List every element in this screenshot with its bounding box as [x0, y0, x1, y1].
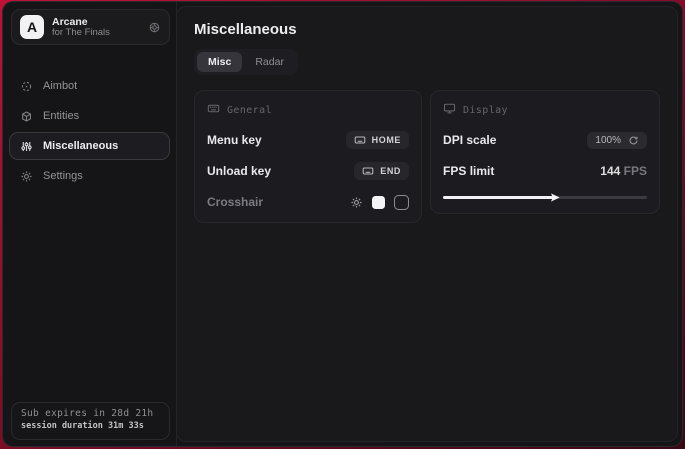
sidebar-item-entities[interactable]: Entities	[9, 102, 170, 130]
sidebar-nav: Aimbot Entities	[9, 70, 170, 192]
sidebar-item-miscellaneous[interactable]: Miscellaneous	[9, 132, 170, 160]
dpi-scale-label: DPI scale	[443, 133, 496, 147]
dpi-scale-value: 100%	[595, 135, 621, 146]
sub-expires-text: Sub expires in 28d 21h	[21, 408, 160, 419]
fps-limit-value: 144 FPS	[600, 164, 647, 178]
general-panel: General Menu key HOME	[194, 90, 422, 223]
unload-key-value: END	[380, 166, 401, 176]
app-subtitle: for The Finals	[52, 28, 140, 39]
gear-icon	[20, 170, 33, 183]
fps-limit-row: FPS limit 144 FPS	[443, 162, 647, 180]
unload-key-bind-button[interactable]: END	[354, 162, 409, 180]
subscription-status-card: Sub expires in 28d 21h session duration …	[11, 402, 170, 440]
profile-card: A Arcane for The Finals	[11, 9, 170, 45]
crosshair-checkbox[interactable]	[394, 195, 409, 210]
menu-key-bind-button[interactable]: HOME	[346, 131, 409, 149]
app-window: A Arcane for The Finals Category	[2, 1, 683, 447]
crosshair-controls	[350, 195, 409, 210]
unload-key-row: Unload key END	[207, 162, 409, 180]
profile-text: Arcane for The Finals	[52, 16, 140, 39]
app-name: Arcane	[52, 16, 140, 28]
menu-key-row: Menu key HOME	[207, 131, 409, 149]
fps-limit-label: FPS limit	[443, 164, 494, 178]
sync-icon[interactable]	[148, 21, 161, 34]
tab-bar: Misc Radar	[194, 49, 298, 75]
session-duration-text: session duration 31m 33s	[21, 421, 160, 431]
entities-icon	[20, 110, 33, 123]
panels-row: General Menu key HOME	[194, 90, 660, 223]
display-panel-header: Display	[443, 102, 647, 118]
menu-key-label: Menu key	[207, 133, 262, 147]
sidebar-item-label: Entities	[43, 110, 79, 122]
refresh-icon	[628, 135, 639, 146]
crosshair-label: Crosshair	[207, 195, 263, 209]
display-panel-title: Display	[463, 105, 508, 116]
menu-key-value: HOME	[372, 135, 401, 145]
tab-radar[interactable]: Radar	[244, 52, 295, 72]
dpi-scale-select[interactable]: 100%	[587, 132, 647, 149]
dpi-scale-row: DPI scale 100%	[443, 131, 647, 149]
keyboard-icon	[362, 165, 374, 177]
crosshair-icon	[20, 80, 33, 93]
general-panel-title: General	[227, 105, 272, 116]
monitor-icon	[443, 102, 456, 118]
sidebar-item-label: Settings	[43, 170, 83, 182]
sliders-icon	[20, 140, 33, 153]
display-panel: Display DPI scale 100%	[430, 90, 660, 214]
fps-slider-fill	[443, 196, 555, 199]
desktop-backdrop: A Arcane for The Finals Category	[0, 0, 685, 449]
sidebar-item-aimbot[interactable]: Aimbot	[9, 72, 170, 100]
fps-unit: FPS	[624, 164, 647, 178]
page-title: Miscellaneous	[194, 21, 660, 38]
general-panel-header: General	[207, 102, 409, 118]
sidebar-item-label: Miscellaneous	[43, 140, 118, 152]
keyboard-icon	[207, 102, 220, 118]
sidebar-item-settings[interactable]: Settings	[9, 162, 170, 190]
tab-misc[interactable]: Misc	[197, 52, 242, 72]
sidebar: A Arcane for The Finals Category	[3, 2, 177, 446]
keyboard-icon	[354, 134, 366, 146]
unload-key-label: Unload key	[207, 164, 271, 178]
sidebar-item-label: Aimbot	[43, 80, 77, 92]
fps-limit-slider[interactable]	[443, 192, 647, 202]
fps-number: 144	[600, 164, 620, 178]
fps-slider-thumb[interactable]	[550, 192, 561, 203]
app-logo: A	[20, 15, 44, 39]
main-content: Miscellaneous Misc Radar Gene	[176, 6, 678, 442]
crosshair-color-swatch[interactable]	[372, 196, 385, 209]
crosshair-row: Crosshair	[207, 193, 409, 211]
crosshair-settings-gear-icon[interactable]	[350, 196, 363, 209]
